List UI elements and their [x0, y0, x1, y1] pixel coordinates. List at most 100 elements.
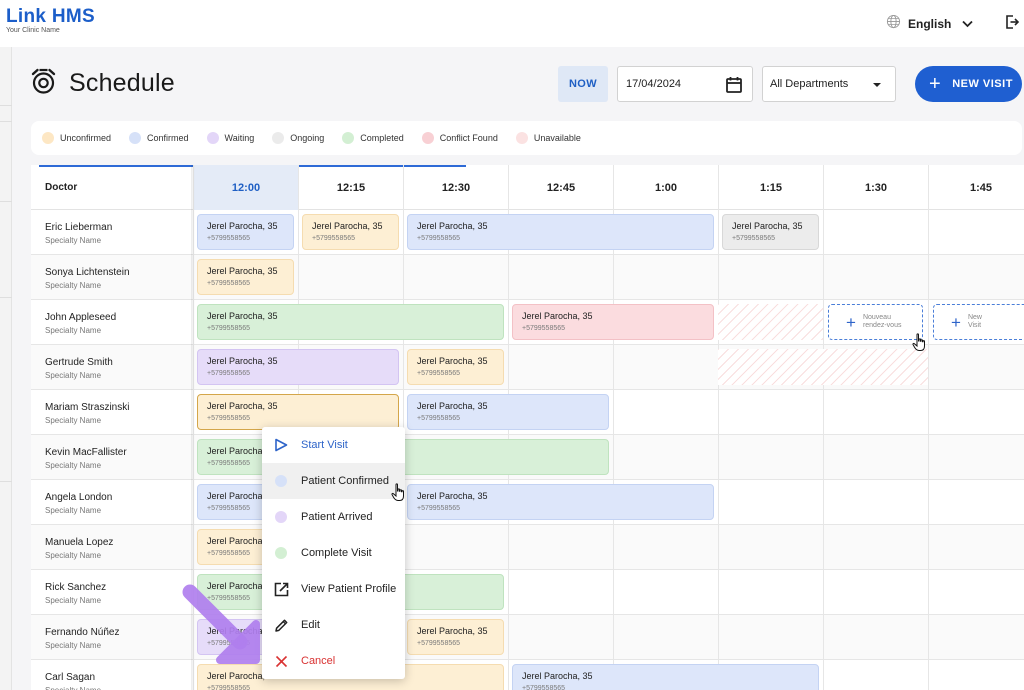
- menu-item-patient-confirmed[interactable]: Patient Confirmed: [262, 463, 405, 499]
- sidebar-divider: [0, 105, 12, 106]
- appointment-card-unconfirmed[interactable]: Jerel Parocha, 35 +5799558565: [302, 214, 399, 250]
- department-select[interactable]: All Departments: [762, 66, 896, 102]
- slot-label-line: Nouveau: [862, 314, 891, 321]
- new-visit-slot[interactable]: + Nouveau rendez-vous: [828, 304, 923, 340]
- legend-dot: [421, 132, 434, 144]
- doctor-name: Eric Lieberman: [45, 222, 113, 233]
- legend-label: Ongoing: [290, 133, 325, 143]
- menu-item-start-visit[interactable]: Start Visit: [262, 427, 405, 463]
- legend-item-conflict-found: Conflict Found: [421, 132, 498, 144]
- appointment-card-unconfirmed[interactable]: Jerel Parocha, 35 +5799558565: [197, 259, 294, 295]
- plus-icon: +: [951, 312, 961, 332]
- grid-header: Doctor 12:00 12:15 12:30 12:45 1:00 1:15 1:30 1…: [31, 165, 1024, 210]
- app-logo[interactable]: Link HMS Your Clinic Name: [6, 7, 95, 35]
- doctor-specialty: Specialty Name: [45, 371, 102, 380]
- calendar-icon[interactable]: [725, 76, 743, 97]
- patient-name: Jerel Parocha, 35: [207, 266, 278, 276]
- patient-name: Jerel Parocha, 35: [417, 221, 488, 231]
- patient-phone: +5799558565: [207, 235, 251, 242]
- sidebar: [0, 47, 12, 690]
- appointment-card-completed[interactable]: Jerel Parocha, 35 +5799558565: [197, 304, 504, 340]
- menu-item-cancel[interactable]: Cancel: [262, 643, 405, 679]
- open-external-icon: [273, 581, 289, 597]
- legend-label: Confirmed: [147, 133, 189, 143]
- now-button[interactable]: NOW: [558, 66, 608, 102]
- grid-column-line: [928, 210, 929, 690]
- logo-text: Link HMS: [6, 6, 95, 27]
- sidebar-divider: [0, 201, 12, 202]
- time-header: 12:15: [298, 165, 403, 210]
- doctor-specialty: Specialty Name: [45, 641, 102, 650]
- globe-icon: [886, 14, 901, 34]
- patient-phone: +5799558565: [732, 235, 776, 242]
- menu-item-patient-arrived[interactable]: Patient Arrived: [262, 499, 405, 535]
- menu-item-label: Start Visit: [301, 439, 348, 451]
- doctor-specialty: Specialty Name: [45, 236, 102, 245]
- doctor-row: Sonya Lichtenstein Specialty Name: [31, 255, 1024, 300]
- appointment-card-ongoing[interactable]: Jerel Parocha, 35 +5799558565: [722, 214, 819, 250]
- appointment-card-waiting[interactable]: Jerel Parocha, 35 +5799558565: [197, 349, 399, 385]
- doctor-specialty: Specialty Name: [45, 596, 102, 605]
- new-visit-label: NEW VISIT: [952, 78, 1013, 90]
- caret-down-icon: [873, 83, 881, 87]
- appointment-card-unconfirmed[interactable]: Jerel Parocha, 35 +5799558565: [197, 394, 399, 430]
- grid-column-line: [718, 210, 719, 690]
- patient-name: Jerel Parocha, 35: [522, 311, 593, 321]
- menu-item-label: Cancel: [301, 655, 336, 667]
- page-header: Schedule: [31, 67, 175, 100]
- legend-dot: [129, 132, 142, 144]
- doctor-row: Manuela Lopez Specialty Name: [31, 525, 1024, 570]
- language-label: English: [908, 17, 952, 31]
- doctor-specialty: Specialty Name: [45, 506, 102, 515]
- chevron-down-icon: [962, 15, 973, 33]
- menu-item-complete-visit[interactable]: Complete Visit: [262, 535, 405, 571]
- patient-name: Jerel Parocha, 35: [417, 491, 488, 501]
- legend-item-unconfirmed: Unconfirmed: [42, 132, 111, 144]
- patient-phone: +5799558565: [312, 235, 356, 242]
- appointment-card-confirmed[interactable]: Jerel Parocha, 35 +5799558565: [407, 394, 609, 430]
- menu-item-label: Complete Visit: [301, 547, 372, 559]
- doctor-column-header: Doctor: [45, 182, 78, 193]
- legend-item-completed: Completed: [342, 132, 404, 144]
- appointment-card-confirmed[interactable]: Jerel Parocha, 35 +5799558565: [512, 664, 819, 690]
- doctor-specialty: Specialty Name: [45, 551, 102, 560]
- menu-item-view-patient-profile[interactable]: View Patient Profile: [262, 571, 405, 607]
- language-selector[interactable]: English: [886, 14, 973, 34]
- patient-name: Jerel Parocha, 35: [312, 221, 383, 231]
- patient-name: Jerel Parocha, 35: [417, 401, 488, 411]
- new-visit-button[interactable]: + NEW VISIT: [915, 66, 1022, 102]
- doctor-name: Kevin MacFallister: [45, 447, 127, 458]
- appointment-context-menu: Start Visit Patient Confirmed Patient Arri…: [262, 427, 405, 679]
- legend-dot: [515, 132, 528, 144]
- menu-item-label: Edit: [301, 619, 320, 631]
- new-visit-slot[interactable]: + New Visit: [933, 304, 1024, 340]
- grid-column-line: [613, 210, 614, 690]
- appointment-card-confirmed[interactable]: Jerel Parocha, 35 +5799558565: [197, 214, 294, 250]
- appointment-card-confirmed[interactable]: Jerel Parocha, 35 +5799558565: [407, 214, 714, 250]
- appointment-card-conflict[interactable]: Jerel Parocha, 35 +5799558565: [512, 304, 714, 340]
- doctor-specialty: Specialty Name: [45, 686, 101, 690]
- patient-name: Jerel Parocha, 35: [732, 221, 803, 231]
- patient-name: Jerel Parocha, 35: [417, 356, 488, 366]
- appointment-card-unconfirmed[interactable]: Jerel Parocha, 35 +5799558565: [407, 349, 504, 385]
- date-picker[interactable]: 17/04/2024: [617, 66, 753, 102]
- patient-name: Jerel Parocha, 35: [417, 626, 488, 636]
- annotation-arrow-icon: [178, 580, 268, 675]
- legend-dot: [206, 132, 219, 144]
- patient-phone: +5799558565: [207, 325, 251, 332]
- hand-cursor-icon: [391, 483, 407, 507]
- grid-column-line: [823, 210, 824, 690]
- patient-name: Jerel Parocha, 35: [207, 401, 278, 411]
- legend-label: Unconfirmed: [60, 133, 112, 143]
- appointment-card-confirmed[interactable]: Jerel Parocha, 35 +5799558565: [407, 484, 714, 520]
- slot-label-line: Visit: [967, 322, 982, 329]
- menu-item-edit[interactable]: Edit: [262, 607, 405, 643]
- legend-dot: [342, 132, 355, 144]
- logout-icon[interactable]: [1004, 14, 1020, 35]
- patient-phone: +5799558565: [417, 640, 461, 647]
- appointment-card-unconfirmed[interactable]: Jerel Parocha, 35 +5799558565: [407, 619, 504, 655]
- patient-phone: +5799558565: [417, 370, 461, 377]
- legend-dot: [272, 132, 285, 144]
- patient-name: Jerel Parocha, 35: [207, 356, 278, 366]
- time-header: 12:45: [508, 165, 613, 210]
